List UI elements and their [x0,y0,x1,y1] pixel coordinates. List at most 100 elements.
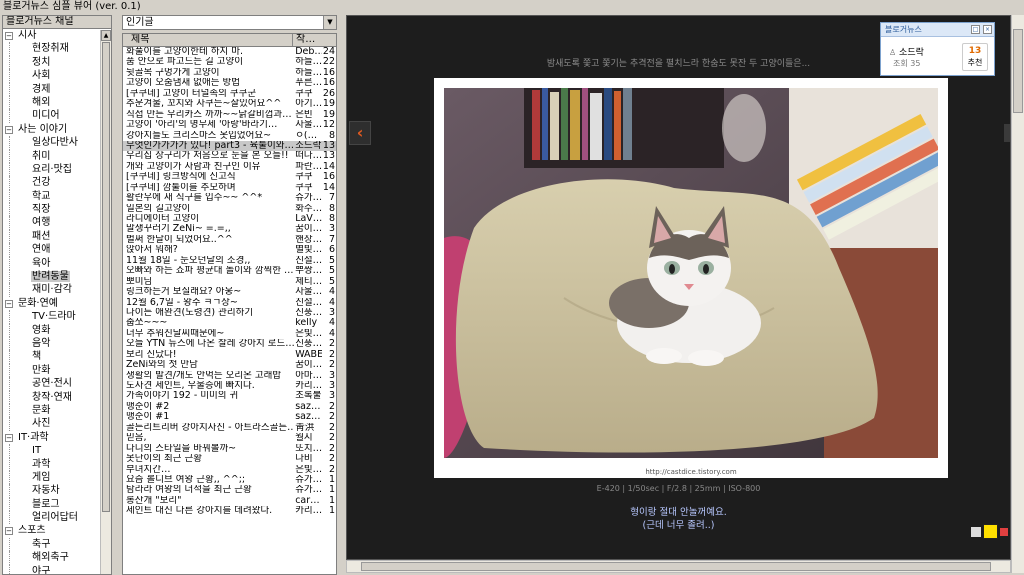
tree-item[interactable]: 야구 [3,564,111,574]
col-author-header[interactable]: 작… [293,34,325,46]
collapse-icon[interactable]: − [5,125,13,134]
channel-tree[interactable]: 블로거뉴스 채널 − 시사 현장취재 정치 사회 경제 해외 미디어 − 사는 이야기 일상다반사 취… [2,15,112,575]
tree-item[interactable]: 학교 [3,189,111,204]
list-item[interactable]: 믿음, 월시 2 [123,432,336,443]
tree-item[interactable]: 사회 [3,69,111,83]
list-item[interactable]: 못난이의 최근 근황 나비 2 [123,453,336,464]
list-item[interactable]: 오빠와 하는 쇼파 평균대 놀이와 깜찍한 … 뿌쌍… 5 [123,265,336,276]
tree-scrollbar[interactable]: ▲ [100,30,111,574]
list-item[interactable]: 도사견 세인트, 우울증에 빠지다. 카리… 3 [123,380,336,391]
list-item[interactable]: 벌써 한달이 되었어요..^^ 핸장… 7 [123,234,336,245]
viewer-hscrollbar[interactable] [346,560,1011,573]
list-item[interactable]: 가족이야기 192 - 미미의 귀 초록불 3 [123,391,336,401]
note-icon[interactable] [983,524,998,539]
list-item[interactable]: 활란우에 새 식구를 입수~~ ^^* 슈가… 7 [123,192,336,203]
viewer-vscroll-thumb[interactable] [1013,29,1023,113]
list-item[interactable]: 춥쏘~~~ kelly 4 [123,318,336,328]
list-item[interactable]: 무엇인가가가가 있다! part3 - 육툴이와… 소드락 13 [123,140,336,152]
tree-item[interactable]: 사진 [3,417,111,431]
tree-item[interactable]: 축구 [3,537,111,552]
minimize-icon[interactable]: □ [971,25,980,34]
list-item[interactable]: 고양이 '아리'의 명무세 '아랑'바라기… 사울… 12 [123,119,336,130]
list-item[interactable]: 라디에이터 고양이 LaV… 8 [123,213,336,224]
tree-item[interactable]: 직장 [3,203,111,217]
list-item[interactable]: 일본의 길고양이 화수… 8 [123,203,336,214]
tree-item[interactable]: 경제 [3,82,111,96]
tree-item[interactable]: 재미·감각 [3,283,111,297]
tree-item[interactable]: 해외축구 [3,551,111,565]
list-item[interactable]: 탐라라 여왕의 너석을 최근 근황 슈가… 1 [123,485,336,495]
collapse-icon[interactable]: − [5,299,13,308]
list-item[interactable]: 보리 신났다! WABE 2 [123,349,336,360]
tree-item[interactable]: − IT·과학 [3,431,111,444]
widget-user[interactable]: ♙ 소드락 [889,45,924,58]
tree-item[interactable]: IT [3,444,111,458]
list-item[interactable]: 말생꾸러기 ZeNi~ =.=,, 꿈이… 3 [123,224,336,234]
list-item[interactable]: 앉아서 뭐해? 별빛… 6 [123,245,336,255]
tree-item[interactable]: 게임 [3,470,111,485]
list-item[interactable]: 링크하는거 보실래요? 아웅~ 사울… 4 [123,286,336,297]
list-item[interactable]: 직접 만든 우리카스 까까~~닭갈비껍과… 은빈 19 [123,109,336,120]
list-item[interactable]: 개와 고양이가 사람과 친구인 이유 파란… 14 [123,161,336,172]
tree-item[interactable]: 자동차 [3,484,111,498]
list-item[interactable]: 12월 6,7일 - 왕주 ㅋㄱ상~ 진설… 4 [123,297,336,308]
tree-item[interactable]: − 사는 이야기 [3,123,111,136]
tree-item[interactable]: 요리·맛집 [3,162,111,177]
list-item[interactable]: 강아지들도 크리스마스 옷입었어요~ ㅇ(… 8 [123,130,336,141]
list-item[interactable]: ZeNi와의 첫 만남 꿈이… 2 [123,359,336,370]
viewer-vscrollbar[interactable] [1011,15,1024,573]
tree-item[interactable]: 반려동물 [3,270,111,284]
tree-scroll-thumb[interactable] [102,42,110,512]
scroll-up-icon[interactable]: ▲ [101,30,111,41]
list-item[interactable]: [쿠쿠네] 고양이 터널속의 쿠쿠군 쿠쿠 26 [123,88,336,99]
tree-item[interactable]: 문화 [3,403,111,418]
tree-item[interactable]: 여행 [3,216,111,230]
list-item[interactable]: 생활의 발견/개도 안먹는 오리온 고래밥 아마… 3 [123,370,336,381]
tree-item[interactable]: 만화 [3,363,111,378]
post-list[interactable]: 제목 작… 화풀이를 고양이한테 하지 마. Deb… 2 4 품 안으로 파고드는 길… [122,33,337,575]
list-item[interactable]: 우리집 장구리가 처음으로 눈을 본 오늘!! 떠나… 13 [123,151,336,161]
col-title-header[interactable]: 제목 [123,34,293,46]
list-item[interactable]: 11월 18일 - 눈오던날의 소경,, 진설… 5 [123,255,336,266]
tree-item[interactable]: 책 [3,350,111,364]
list-item[interactable]: 뒷골목 구멍가게 고양이 하늘… 16 [123,67,336,78]
chevron-down-icon[interactable]: ▼ [323,16,336,29]
tree-item[interactable]: 창작·연재 [3,390,111,404]
tree-item[interactable]: 취미 [3,149,111,163]
list-item[interactable]: 화풀이를 고양이한테 하지 마. Deb… 24 [123,46,336,57]
tree-item[interactable]: 해외 [3,95,111,110]
list-item[interactable]: 나이든 애완견(노령견) 관리하기 신풍… 3 [123,307,336,318]
tree-item[interactable]: − 스포츠 [3,524,111,537]
close-icon[interactable] [1000,527,1008,536]
list-item[interactable]: 부녀지간… 은빛… 2 [123,464,336,475]
list-item[interactable]: 오늘 YTN 뉴스에 나온 찰레 강아지 로드… 신풍… 2 [123,339,336,349]
list-item[interactable]: [쿠쿠네] 링크방식에 신고식 쿠쿠 16 [123,172,336,182]
tree-item[interactable]: − 시사 [3,29,111,42]
tree-item[interactable]: 일상다반사 [3,136,111,150]
list-item[interactable]: 품 안으로 파고드는 길 고양이 하늘… 22 [123,57,336,67]
list-item[interactable]: 너무 추워진날씨때문에~ 은빛… 4 [123,328,336,339]
tree-item[interactable]: 과학 [3,457,111,471]
tree-item[interactable]: 건강 [3,176,111,190]
tree-item[interactable]: 얼리어답터 [3,511,111,525]
tree-item[interactable]: 패션 [3,229,111,244]
tree-item[interactable]: − 문화·연예 [3,297,111,310]
tree-item[interactable]: 육아 [3,256,111,271]
tree-item[interactable]: TV·드라마 [3,310,111,324]
tree-item[interactable]: 영화 [3,323,111,337]
list-item[interactable]: 추운겨울, 꼬지와 사쿠는~잘있어요^^ 아기… 19 [123,98,336,109]
prev-arrow-icon[interactable]: ‹ [349,121,371,145]
tree-item[interactable]: 연애 [3,243,111,257]
tree-item[interactable]: 현장취재 [3,42,111,56]
list-item[interactable]: 롱산개 "보리" car… 1 [123,495,336,506]
list-item[interactable]: [쿠쿠네] 깜툴이를 추모하며 쿠쿠 14 [123,182,336,193]
tree-item[interactable]: 공연·전시 [3,377,111,391]
collapse-icon[interactable]: − [5,527,13,536]
viewer-hscroll-thumb[interactable] [361,562,991,571]
tree-item[interactable]: 정치 [3,55,111,70]
tree-item[interactable]: 미디어 [3,109,111,123]
collapse-icon[interactable]: − [5,32,13,40]
tree-item[interactable]: 블로그 [3,497,111,512]
list-item[interactable]: 골든리트리버 강아지사진 - 아트라스골든… 靑洪 2 [123,422,336,433]
list-item[interactable]: 맹순이 #1 saz… 2 [123,412,336,422]
